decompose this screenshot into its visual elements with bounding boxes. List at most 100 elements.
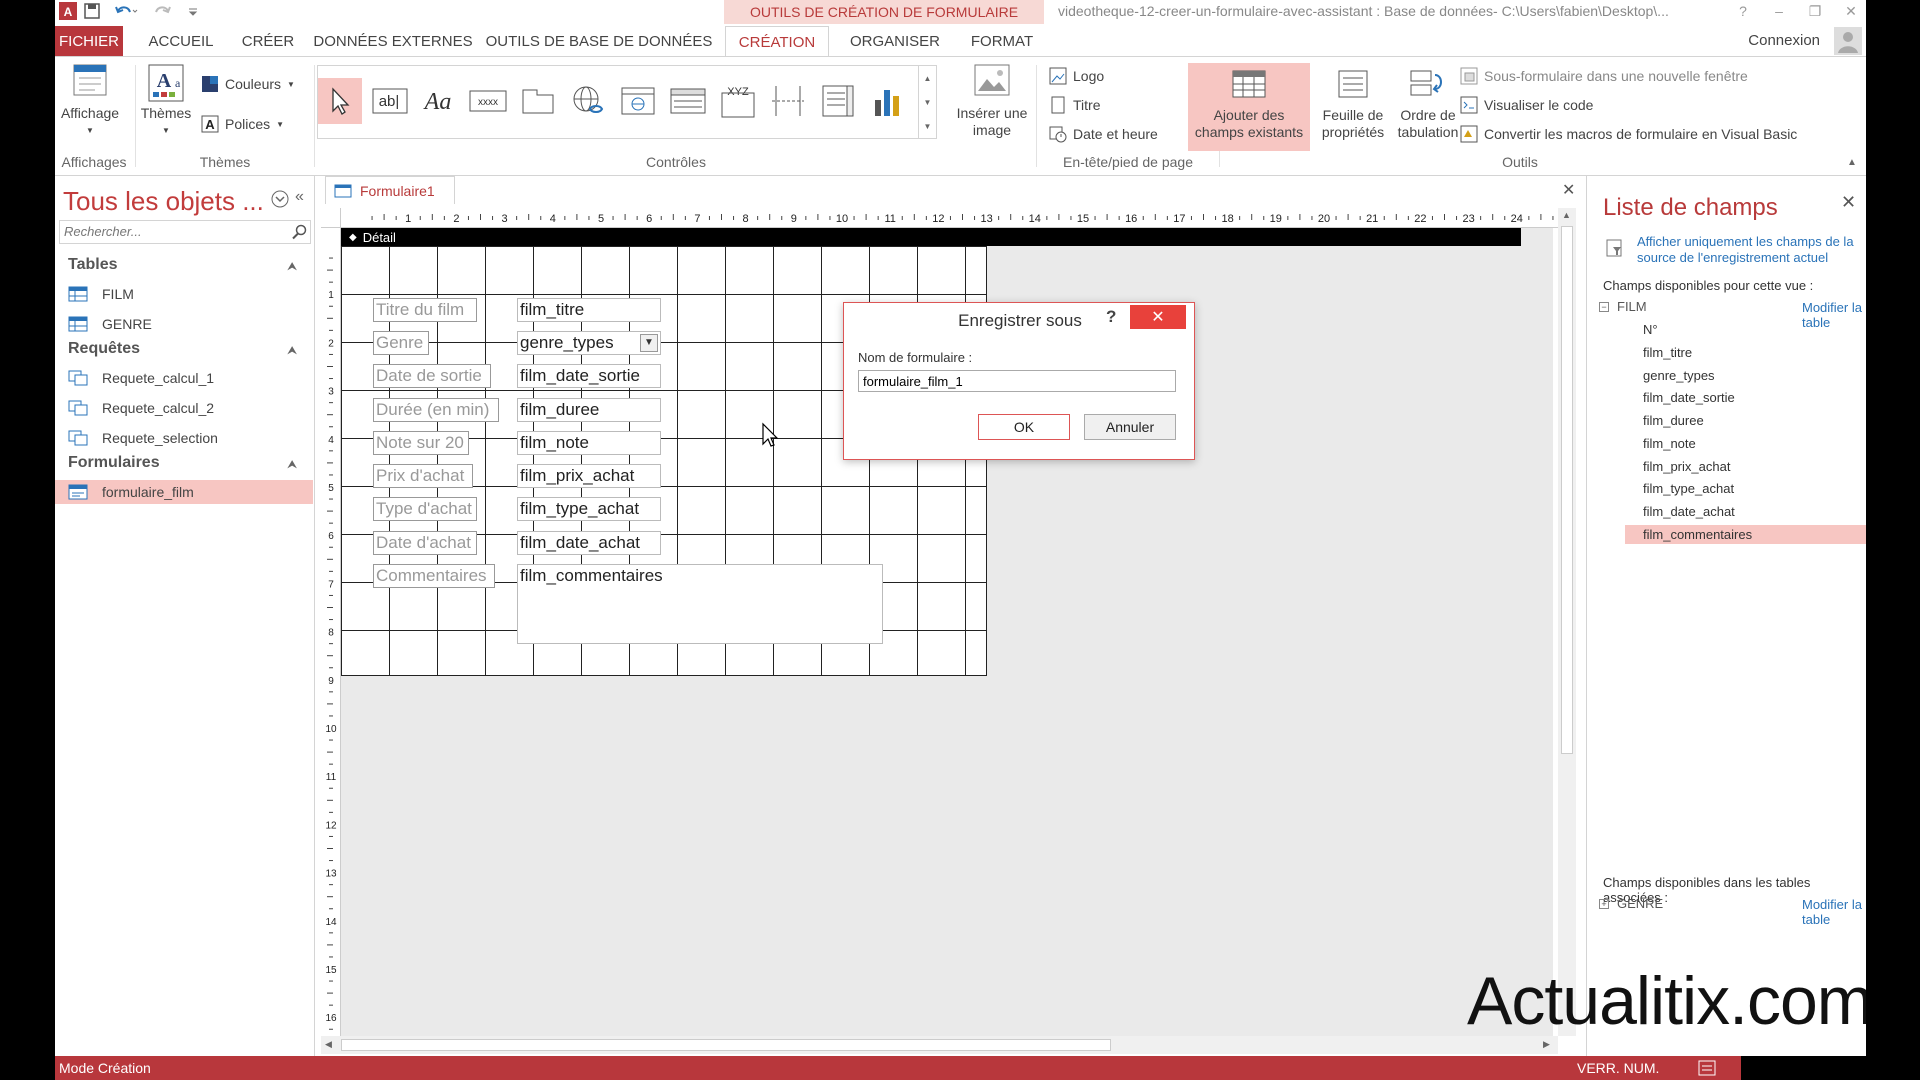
close-field-list-icon[interactable]: ✕ xyxy=(1841,192,1856,213)
nav-item-table-film[interactable]: FILM xyxy=(55,282,313,306)
tab-format[interactable]: FORMAT xyxy=(960,26,1044,56)
convertir-macros-button[interactable]: Convertir les macros de formulaire en Vi… xyxy=(1460,125,1797,143)
page-break-control-button[interactable] xyxy=(766,78,810,124)
ajouter-champs-button[interactable]: Ajouter des champs existants xyxy=(1188,63,1310,151)
modify-table-link-2[interactable]: Modifier la table xyxy=(1802,897,1866,927)
chevron-down-icon[interactable]: ▼ xyxy=(640,334,658,352)
logo-button[interactable]: Logo xyxy=(1049,67,1104,85)
horizontal-scroll-thumb[interactable] xyxy=(341,1039,1111,1051)
access-icon[interactable]: A xyxy=(57,1,79,21)
undo-icon[interactable] xyxy=(111,1,141,21)
vertical-scroll-thumb[interactable] xyxy=(1561,226,1573,754)
label-titre-film[interactable]: Titre du film xyxy=(373,298,477,322)
scroll-right-icon[interactable]: ▶ xyxy=(1543,1039,1550,1050)
connexion-link[interactable]: Connexion xyxy=(1748,32,1820,49)
field-list-item[interactable]: film_note xyxy=(1625,434,1866,453)
vertical-scrollbar[interactable]: ▲ xyxy=(1558,208,1576,1036)
label-note[interactable]: Note sur 20 xyxy=(373,431,469,455)
tab-organiser[interactable]: ORGANISER xyxy=(838,26,952,56)
select-control-button[interactable] xyxy=(318,78,362,124)
chevron-up-icon[interactable]: ▲ xyxy=(924,74,932,83)
field-list-item[interactable]: film_date_achat xyxy=(1625,502,1866,521)
expand-tree-icon[interactable]: + xyxy=(1599,898,1609,909)
field-list-item[interactable]: film_commentaires xyxy=(1625,525,1866,544)
ordre-tabulation-button[interactable]: Ordre de tabulation xyxy=(1392,63,1464,141)
field-list-item[interactable]: film_date_sortie xyxy=(1625,388,1866,407)
label-type-achat[interactable]: Type d'achat xyxy=(373,497,477,521)
cancel-button[interactable]: Annuler xyxy=(1084,414,1176,440)
field-list-item[interactable]: film_type_achat xyxy=(1625,479,1866,498)
vertical-ruler[interactable]: 1 2 3 4 5 6 7 8 9 10 11 12 13 14 15 16 xyxy=(321,228,341,1036)
label-genre[interactable]: Genre xyxy=(373,331,429,355)
scroll-up-icon[interactable]: ▲ xyxy=(1562,210,1571,220)
chevron-up-icon[interactable]: ⮝ xyxy=(287,457,297,472)
polices-button[interactable]: A Polices ▼ xyxy=(201,115,284,133)
customize-qat-icon[interactable] xyxy=(185,1,201,21)
field-list-item[interactable]: film_prix_achat xyxy=(1625,457,1866,476)
chevron-up-icon[interactable]: ⮝ xyxy=(287,343,297,358)
close-document-icon[interactable]: ✕ xyxy=(1562,180,1575,200)
more-icon[interactable]: ▼ xyxy=(924,122,932,131)
label-date-achat[interactable]: Date d'achat xyxy=(373,531,477,555)
chart-control-button[interactable] xyxy=(866,78,910,124)
nav-title[interactable]: Tous les objets ... xyxy=(63,186,264,217)
titre-button[interactable]: Titre xyxy=(1049,96,1100,114)
field-film-titre[interactable]: film_titre xyxy=(517,298,661,322)
table-genre-node[interactable]: + GENRE xyxy=(1599,896,1663,911)
table-film-node[interactable]: − FILM xyxy=(1599,299,1647,314)
list-control-button[interactable] xyxy=(816,78,860,124)
detail-section-bar[interactable]: ◆ Détail xyxy=(341,228,1521,246)
tab-creer[interactable]: CRÉER xyxy=(233,26,303,56)
scroll-left-icon[interactable]: ◀ xyxy=(325,1039,332,1050)
button-control-button[interactable]: xxxx xyxy=(466,78,510,124)
chevron-up-icon[interactable]: ⮝ xyxy=(287,259,297,274)
label-control-button[interactable]: Aa xyxy=(416,78,460,124)
tab-fichier[interactable]: FICHIER xyxy=(55,26,123,56)
nav-search-input[interactable]: Rechercher... xyxy=(59,220,311,244)
ruler-corner[interactable] xyxy=(321,208,341,228)
affichage-button[interactable]: Affichage ▼ xyxy=(55,63,125,139)
label-date-sortie[interactable]: Date de sortie xyxy=(373,364,491,388)
form-name-input[interactable] xyxy=(858,370,1176,392)
nav-item-query-calcul-1[interactable]: Requete_calcul_1 xyxy=(55,366,313,390)
nav-menu-icon[interactable] xyxy=(271,190,289,208)
field-film-duree[interactable]: film_duree xyxy=(517,398,661,422)
collapse-nav-icon[interactable]: « xyxy=(295,188,304,206)
save-icon[interactable] xyxy=(81,1,103,21)
nav-section-formulaires[interactable]: Formulaires xyxy=(68,454,160,472)
label-duree[interactable]: Durée (en min) xyxy=(373,398,499,422)
search-icon[interactable] xyxy=(291,224,307,240)
horizontal-ruler[interactable]: 1 2 3 4 5 6 7 8 9 10 11 12 13 14 15 16 17 18 19 20 21 22 23 24 xyxy=(341,208,1576,228)
tab-creation[interactable]: CRÉATION xyxy=(725,26,829,57)
dialog-close-button[interactable]: ✕ xyxy=(1130,305,1186,329)
tab-outils-bdd[interactable]: OUTILS DE BASE DE DONNÉES xyxy=(486,26,713,56)
restore-button[interactable]: ❐ xyxy=(1799,0,1831,22)
themes-button[interactable]: Aa Thèmes ▼ xyxy=(137,63,195,139)
feuille-proprietes-button[interactable]: Feuille de propriétés xyxy=(1316,63,1390,141)
nav-item-query-selection[interactable]: Requete_selection xyxy=(55,426,313,450)
tab-donnees-externes[interactable]: DONNÉES EXTERNES xyxy=(313,26,473,56)
nav-section-tables[interactable]: Tables xyxy=(68,256,118,274)
web-browser-control-button[interactable] xyxy=(616,78,660,124)
nav-item-form-formulaire-film[interactable]: formulaire_film xyxy=(55,480,313,504)
dialog-help-button[interactable]: ? xyxy=(1106,307,1116,327)
hyperlink-control-button[interactable] xyxy=(566,78,610,124)
horizontal-scrollbar[interactable]: ◀ ▶ xyxy=(321,1036,1558,1054)
nav-item-table-genre[interactable]: GENRE xyxy=(55,312,313,336)
field-genre-types[interactable]: genre_types ▼ xyxy=(517,331,661,355)
textbox-control-button[interactable]: ab| xyxy=(368,78,412,124)
avatar[interactable] xyxy=(1834,27,1862,55)
sous-formulaire-button[interactable]: Sous-formulaire dans une nouvelle fenêtr… xyxy=(1460,67,1748,85)
chevron-down-icon[interactable]: ▼ xyxy=(924,98,932,107)
field-list-item[interactable]: film_duree xyxy=(1625,411,1866,430)
field-film-date-sortie[interactable]: film_date_sortie xyxy=(517,364,661,388)
collapse-tree-icon[interactable]: − xyxy=(1599,301,1609,312)
couleurs-button[interactable]: Couleurs ▼ xyxy=(201,75,295,93)
option-group-control-button[interactable]: XYZ xyxy=(716,78,760,124)
field-film-date-achat[interactable]: film_date_achat xyxy=(517,531,661,555)
visualiser-code-button[interactable]: Visualiser le code xyxy=(1460,96,1593,114)
form-view-status-icon[interactable] xyxy=(1698,1060,1716,1076)
close-button[interactable]: ✕ xyxy=(1835,0,1866,22)
inserer-image-button[interactable]: Insérer une image xyxy=(951,63,1033,139)
help-button[interactable]: ? xyxy=(1727,0,1759,22)
